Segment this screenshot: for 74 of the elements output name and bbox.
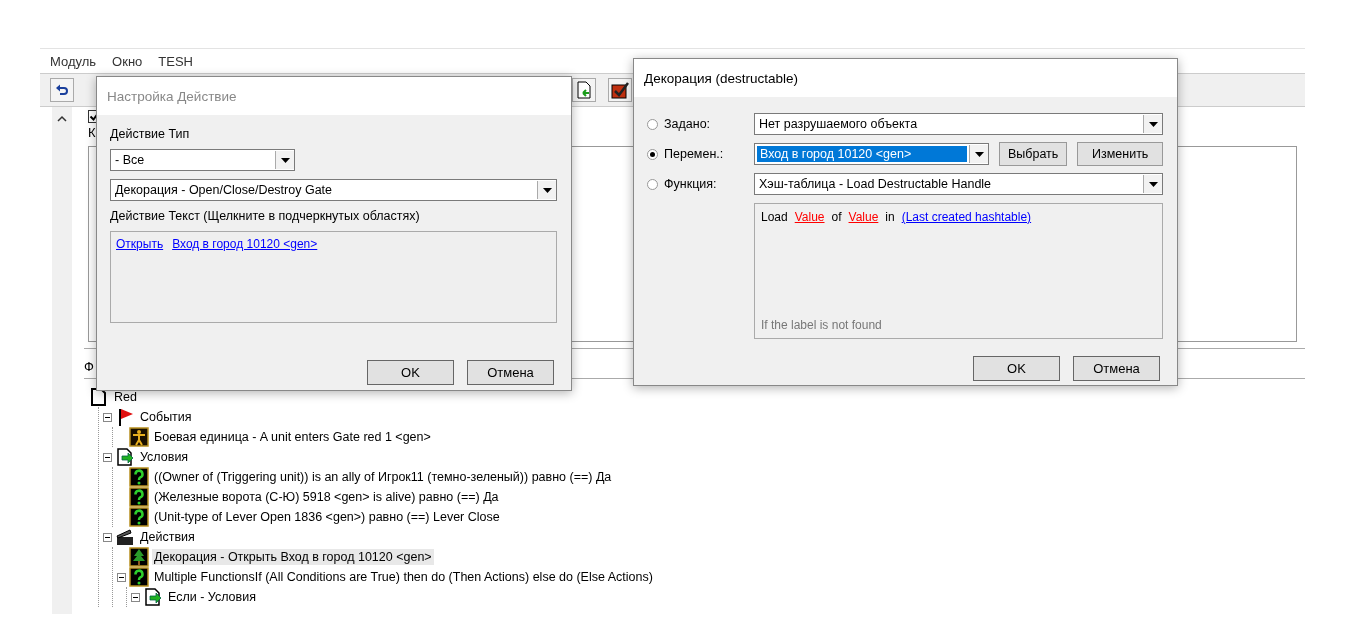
undo-icon — [55, 84, 69, 96]
check-box-icon — [611, 81, 629, 99]
dropdown-arrow-icon — [1148, 121, 1158, 127]
clapperboard-icon — [115, 527, 135, 547]
tree-item[interactable]: Multiple FunctionsIf (All Conditions are True) then do (Then Actions) else do (Else Actions) — [152, 569, 655, 585]
parameter-link[interactable]: Value — [848, 210, 879, 224]
tree-item[interactable]: Действия — [138, 529, 197, 545]
tree-item[interactable]: Red — [112, 389, 139, 405]
tree-item[interactable]: Условия — [138, 449, 191, 465]
field-label: Действие Тип — [110, 127, 191, 141]
dropdown[interactable]: Нет разрушаемого объекта — [754, 113, 1163, 135]
field-label: К — [88, 125, 96, 140]
function-text: in — [885, 210, 895, 224]
radio-button[interactable] — [647, 148, 658, 160]
field-label: Действие Текст (Щелкните в подчеркнутых областях) — [110, 209, 421, 223]
document-arrow-icon — [576, 81, 592, 99]
question-mark-icon — [129, 507, 149, 527]
text-link[interactable]: Вход в город 10120 <gen> — [172, 237, 318, 251]
question-mark-icon — [129, 467, 149, 487]
option-label: Перемен.: — [664, 147, 725, 161]
hint-text: If the label is not found — [761, 318, 883, 332]
tree-icon — [129, 547, 149, 567]
menu-item[interactable]: TESH — [158, 53, 193, 69]
tree-item[interactable]: Декорация - Открыть Вход в город 10120 <gen> — [152, 549, 434, 565]
dialog-button[interactable]: Отмена — [1073, 356, 1160, 381]
question-mark-icon — [129, 487, 149, 507]
dropdown[interactable]: - Все — [110, 149, 295, 171]
dropdown[interactable]: Вход в город 10120 <gen> — [754, 143, 989, 165]
document-arrow-icon — [115, 447, 135, 467]
checklist-toolbar-button[interactable] — [608, 78, 632, 102]
dialog-title: Настройка Действие — [97, 77, 571, 115]
tab[interactable]: Ф — [84, 359, 94, 374]
dropdown-arrow-icon — [974, 151, 984, 157]
menu-item[interactable]: Модуль — [50, 53, 97, 69]
option-button[interactable]: Изменить — [1077, 142, 1163, 166]
option-label: Задано: — [664, 117, 712, 131]
tree-item[interactable]: Боевая единица - A unit enters Gate red 1 <gen> — [152, 429, 433, 445]
figure-icon — [129, 427, 149, 447]
tree-item[interactable]: Если - Условия — [166, 589, 258, 605]
scrollbar[interactable] — [52, 107, 72, 614]
dialog-button[interactable]: OK — [367, 360, 454, 385]
dropdown[interactable]: Декорация - Open/Close/Destroy Gate — [110, 179, 557, 201]
radio-button[interactable] — [647, 178, 658, 190]
parameter-link[interactable]: Value — [794, 210, 825, 224]
document-icon — [89, 387, 109, 407]
undo-button[interactable] — [50, 78, 74, 102]
document-toolbar-button[interactable] — [572, 78, 596, 102]
collapse-toggle[interactable] — [103, 452, 112, 462]
function-text: Load — [761, 210, 788, 224]
document-arrow-icon — [143, 587, 163, 607]
dialog-title: Декорация (destructable) — [634, 59, 1177, 97]
dropdown-arrow-icon — [542, 187, 552, 193]
dialog-button[interactable]: OK — [973, 356, 1060, 381]
option-button[interactable]: Выбрать — [999, 142, 1068, 166]
dropdown-arrow-icon — [1148, 181, 1158, 187]
tree-item[interactable]: События — [138, 409, 194, 425]
dialog-button[interactable]: Отмена — [467, 360, 554, 385]
tree-item[interactable]: ((Owner of (Triggering unit)) is an ally of Игрок11 (темно-зеленый)) равно (==) Да — [152, 469, 614, 485]
collapse-toggle[interactable] — [117, 572, 126, 582]
dropdown[interactable]: Хэш-таблица - Load Destructable Handle — [754, 173, 1163, 195]
dropdown-arrow-icon — [280, 157, 290, 163]
collapse-toggle[interactable] — [131, 592, 140, 602]
scroll-up-icon[interactable] — [57, 115, 67, 122]
collapse-toggle[interactable] — [103, 532, 112, 542]
tree-item[interactable]: (Железные ворота (С-Ю) 5918 <gen> is alive) равно (==) Да — [152, 489, 501, 505]
tree-item[interactable]: (Unit-type of Lever Open 1836 <gen>) равно (==) Lever Close — [152, 509, 502, 525]
option-label: Функция: — [664, 177, 718, 191]
question-mark-icon — [129, 567, 149, 587]
text-link[interactable]: Открыть — [116, 237, 164, 251]
radio-button[interactable] — [647, 118, 658, 130]
parameter-link[interactable]: (Last created hashtable) — [901, 210, 1032, 224]
function-text: of — [831, 210, 842, 224]
menu-item[interactable]: Окно — [112, 53, 143, 69]
collapse-toggle[interactable] — [103, 412, 112, 422]
